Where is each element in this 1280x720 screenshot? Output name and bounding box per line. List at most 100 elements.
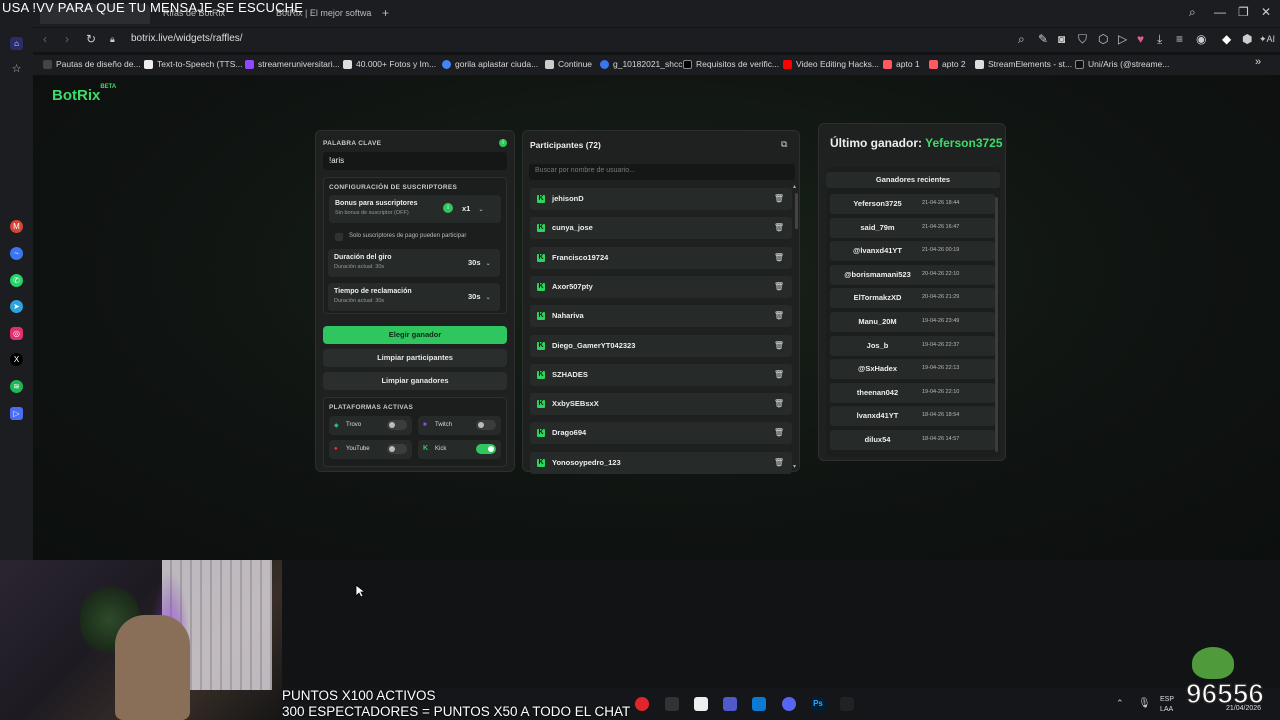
player-icon[interactable]: ▷ [10,407,23,420]
telegram-icon[interactable]: ➤ [10,300,23,313]
spotify-icon[interactable]: ≋ [10,380,23,393]
clear-winners-button[interactable]: Limpiar ganadores [323,372,507,390]
search-icon[interactable]: ⌕ [1189,5,1196,20]
bookmark-item[interactable]: Continue [545,59,592,69]
botrix-logo[interactable]: BotRixBETA [52,84,116,104]
forward-icon[interactable]: › [65,32,69,46]
participant-row[interactable]: K Francisco19724 🗑︎ [530,246,792,269]
trash-icon[interactable]: 🗑︎ [774,370,784,379]
new-tab-button[interactable]: + [374,2,390,22]
trash-icon[interactable]: 🗑︎ [774,282,784,291]
x-icon[interactable]: X [10,353,23,366]
participant-row[interactable]: K SZHADES 🗑︎ [530,363,792,386]
back-icon[interactable]: ‹ [43,32,47,46]
spin-select[interactable]: 30s ⌄ [468,258,491,267]
keyword-input[interactable]: !aris [323,152,507,170]
winner-date: 19-04-26 23:49 [922,318,960,324]
ai-icon[interactable]: ✦AI [1259,34,1275,45]
youtube-toggle[interactable] [387,444,407,454]
extension-icon[interactable]: ◆ [1222,32,1231,46]
camera-icon[interactable]: ◙ [1058,32,1065,46]
twitch-toggle[interactable] [476,420,496,430]
claim-select[interactable]: 30s ⌄ [468,292,491,301]
participant-row[interactable]: KjehisonD 🗑︎ [530,188,792,210]
subs-only-row[interactable]: Solo suscriptores de pago pueden partici… [329,228,501,246]
trash-icon[interactable]: 🗑︎ [774,428,784,437]
info-icon[interactable]: i [499,139,507,147]
bookmark-item[interactable]: apto 1 [883,59,920,69]
url-text[interactable]: botrix.live/widgets/raffles/ [131,33,243,44]
profile-icon[interactable]: ◉ [1196,32,1206,46]
discord-icon[interactable] [782,697,796,711]
trash-icon[interactable]: 🗑︎ [774,194,784,203]
clear-participants-button[interactable]: Limpiar participantes [323,349,507,367]
microphone-icon[interactable]: 🎙︎ [1138,698,1151,709]
scroll-down-icon[interactable]: ▾ [793,463,796,470]
bookmark-item[interactable]: Text-to-Speech (TTS... [144,59,243,69]
reload-icon[interactable]: ↻ [86,32,96,46]
app-icon[interactable] [665,697,679,711]
bookmark-item[interactable]: gorila aplastar ciuda... [442,59,538,69]
winners-scrollbar[interactable] [995,197,998,452]
photoshop-icon[interactable]: Ps [811,697,825,711]
maximize-icon[interactable]: ❐ [1238,5,1249,19]
capture-icon[interactable]: ⬡ [1098,32,1108,46]
bookmark-item[interactable]: Uni/Aris (@streame... [1075,59,1169,69]
participant-search-input[interactable]: Buscar por nombre de usuario... [529,164,795,180]
bookmark-item[interactable]: Pautas de diseño de... [43,59,141,69]
copy-icon[interactable]: ⧉ [781,139,787,150]
notepad-icon[interactable] [694,697,708,711]
messenger-icon[interactable]: ~ [10,247,23,260]
menu-icon[interactable]: ≡ [1176,32,1183,46]
whatsapp-icon[interactable]: ✆ [10,274,23,287]
cube-icon[interactable]: ⬢ [1242,32,1252,46]
gmail-icon[interactable]: M [10,220,23,233]
scroll-up-icon[interactable]: ▴ [793,183,796,190]
participant-row[interactable]: K Yonosoypedro_123 🗑︎ [530,451,792,474]
play-icon[interactable]: ▷ [1118,32,1127,46]
bookmark-item[interactable]: apto 2 [929,59,966,69]
trash-icon[interactable]: 🗑︎ [774,341,784,350]
home-icon[interactable]: ⌂ [10,37,23,50]
chevron-right-icon[interactable]: » [1255,56,1261,68]
bookmark-item[interactable]: 40.000+ Fotos y Im... [343,59,436,69]
trash-icon[interactable]: 🗑︎ [774,399,784,408]
store-icon[interactable] [752,697,766,711]
bookmark-item[interactable]: Requisitos de verific... [683,59,779,69]
participant-row[interactable]: K Nahariva 🗑︎ [530,305,792,328]
teams-icon[interactable] [723,697,737,711]
close-icon[interactable]: ✕ [1261,5,1271,19]
trash-icon[interactable]: 🗑︎ [774,253,784,262]
zoom-icon[interactable]: ⌕ [1018,32,1025,47]
trovo-toggle[interactable] [387,420,407,430]
participant-row[interactable]: K Axor507pty 🗑︎ [530,275,792,298]
subs-only-checkbox[interactable] [335,233,343,241]
game-icon[interactable] [840,697,854,711]
pick-winner-button[interactable]: Elegir ganador [323,326,507,344]
participants-scrollbar[interactable] [795,193,798,229]
trash-icon[interactable]: 🗑︎ [774,223,784,232]
kick-toggle[interactable] [476,444,496,454]
info-icon[interactable]: i [443,203,453,213]
participant-row[interactable]: Kcunya_jose 🗑︎ [530,217,792,240]
edit-icon[interactable]: ✎ [1038,32,1048,46]
heart-icon[interactable]: ♥ [1137,32,1144,46]
download-icon[interactable]: ⤓ [1157,32,1162,47]
participant-row[interactable]: K Diego_GamerYT042323 🗑︎ [530,334,792,357]
trash-icon[interactable]: 🗑︎ [774,458,784,467]
trash-icon[interactable]: 🗑︎ [774,311,784,320]
participant-row[interactable]: K XxbySEBsxX 🗑︎ [530,393,792,416]
instagram-icon[interactable]: ◎ [10,327,23,340]
minimize-icon[interactable]: — [1214,5,1226,19]
shield-icon[interactable]: ⛉ [1078,32,1087,47]
participant-row[interactable]: K Drago694 🗑︎ [530,422,792,445]
bookmark-item[interactable]: streameruniversitari... [245,59,340,69]
bookmark-item[interactable]: Video Editing Hacks... [783,59,879,69]
language-indicator[interactable]: ESP LAA [1160,695,1174,715]
chevron-up-icon[interactable]: ⌃ [1116,698,1124,709]
bookmark-item[interactable]: g_10182021_shcc [600,59,682,69]
bookmark-item[interactable]: StreamElements - st... [975,59,1072,69]
opera-icon[interactable] [635,697,649,711]
star-icon[interactable]: ☆ [10,63,23,76]
bonus-select[interactable]: x1 ⌄ [462,204,483,213]
